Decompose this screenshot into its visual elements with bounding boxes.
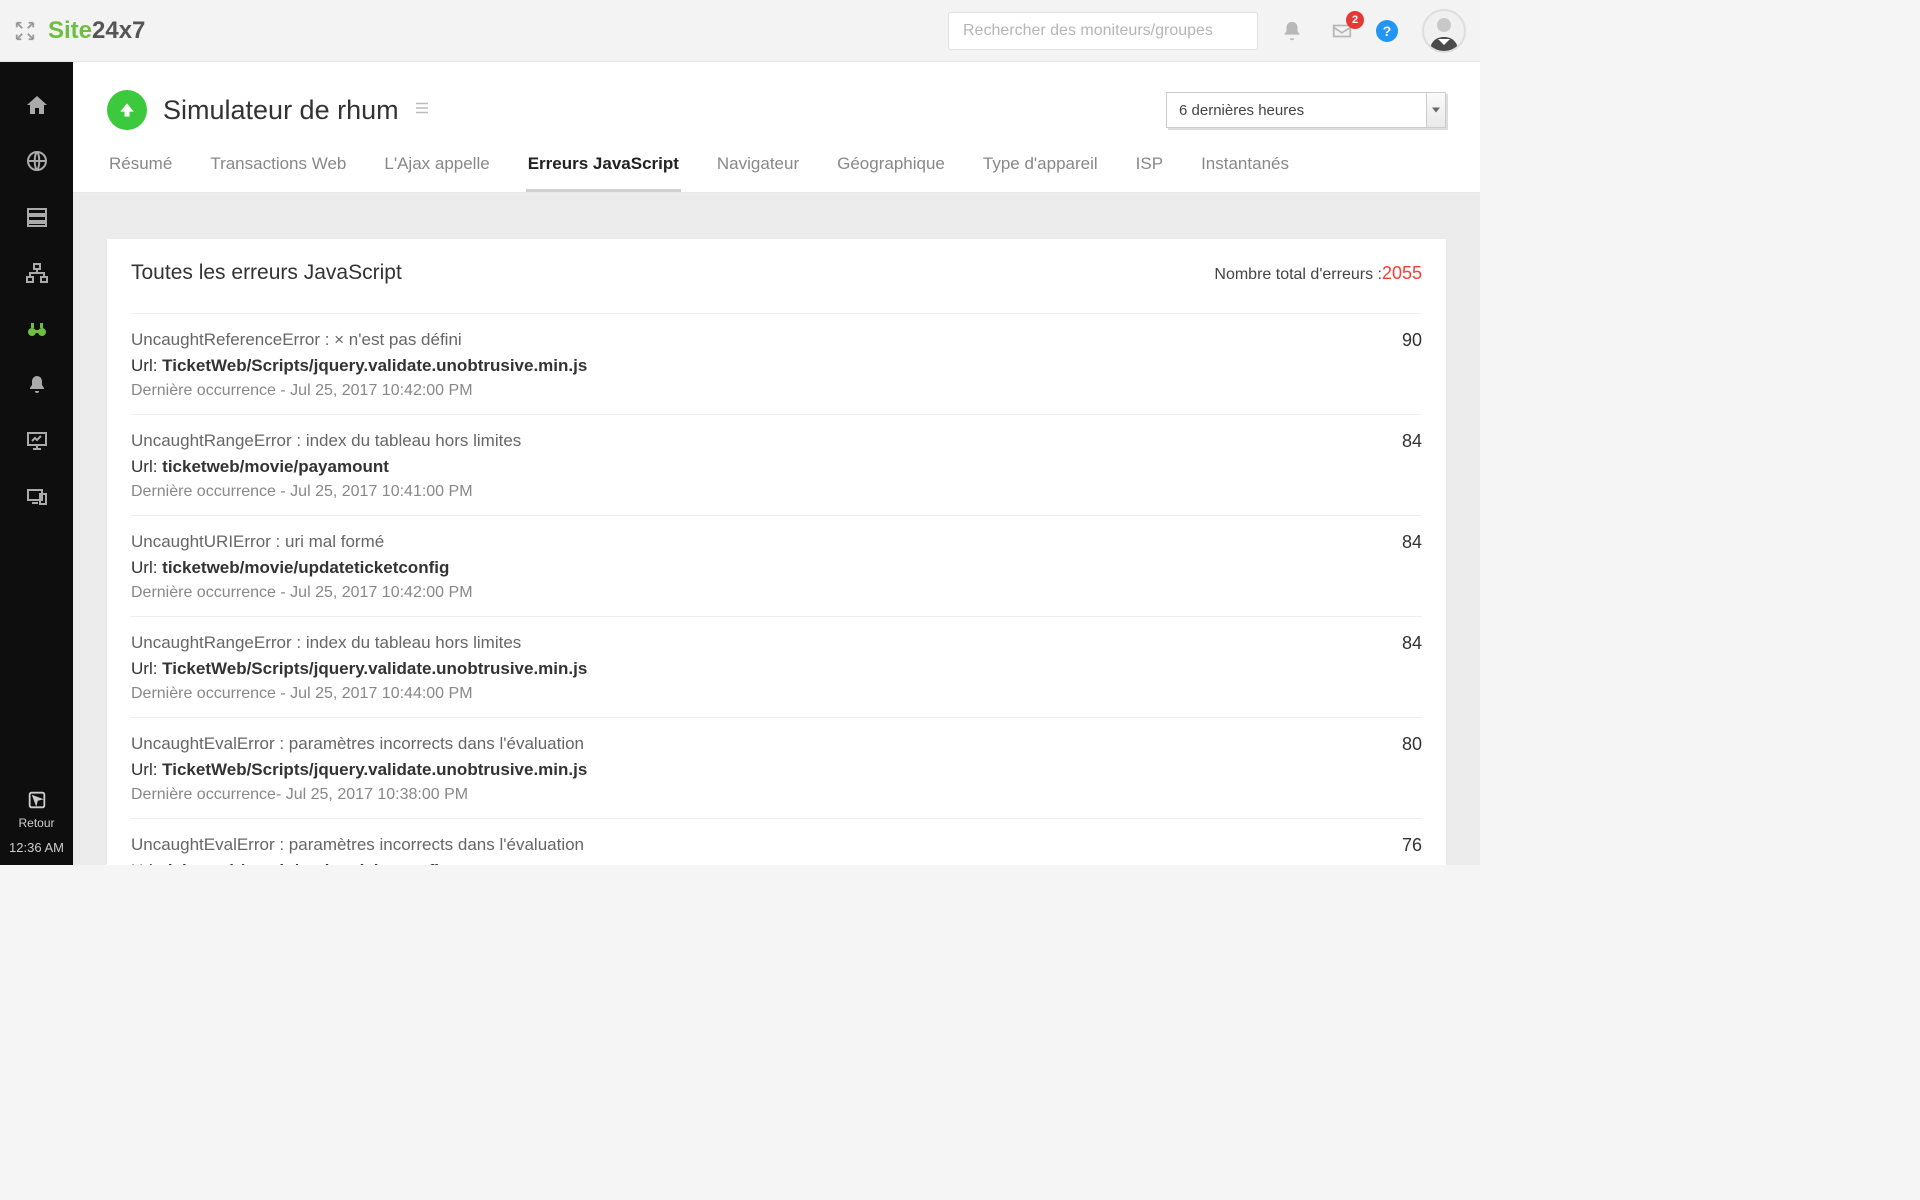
error-url: ticketweb/movie/updateticketconfig xyxy=(162,861,449,865)
sidebar: Retour 12:36 AM xyxy=(0,62,73,865)
error-row[interactable]: UncaughtRangeError : index du tableau ho… xyxy=(131,616,1422,717)
error-name: UncaughtURIError : uri mal formé xyxy=(131,532,1382,552)
error-count: 90 xyxy=(1382,330,1422,400)
page-title: Simulateur de rhum xyxy=(163,95,399,126)
error-count: 80 xyxy=(1382,734,1422,804)
error-name: UncaughtEvalError : paramètres incorrect… xyxy=(131,835,1382,855)
inbox-badge: 2 xyxy=(1346,11,1364,29)
tabs: Résumé Transactions Web L'Ajax appelle Erre… xyxy=(107,148,1446,192)
time-range-select[interactable]: 6 dernières heures xyxy=(1166,92,1446,128)
error-name: UncaughtReferenceError : × n'est pas déf… xyxy=(131,330,1382,350)
error-name: UncaughtRangeError : index du tableau ho… xyxy=(131,633,1382,653)
error-time: Dernière occurrence - Jul 25, 2017 10:44… xyxy=(131,685,1382,703)
error-row[interactable]: UncaughtURIError : uri mal formé Url: tic… xyxy=(131,515,1422,616)
logo-part-b: 24x7 xyxy=(92,17,145,45)
sidebar-return-label: Retour xyxy=(18,816,54,830)
error-row[interactable]: UncaughtReferenceError : × n'est pas déf… xyxy=(131,313,1422,414)
tab-erreurs-javascript[interactable]: Erreurs JavaScript xyxy=(526,148,681,192)
page-menu-icon[interactable] xyxy=(413,99,431,122)
sidebar-server-icon[interactable] xyxy=(16,196,58,238)
expand-icon[interactable] xyxy=(14,20,36,42)
error-time: Dernière occurrence- Jul 25, 2017 10:38:… xyxy=(131,786,1382,804)
status-up-icon xyxy=(107,90,147,130)
sidebar-return[interactable]: Retour xyxy=(18,789,54,830)
search-input[interactable] xyxy=(948,12,1258,50)
top-header: Site24x7 2 ? xyxy=(0,0,1480,62)
main: Simulateur de rhum 6 dernières heures Ré… xyxy=(73,62,1480,865)
sidebar-alert-icon[interactable] xyxy=(16,364,58,406)
tab-instantan-s[interactable]: Instantanés xyxy=(1199,148,1291,192)
tab-navigateur[interactable]: Navigateur xyxy=(715,148,801,192)
tab-type-d-appareil[interactable]: Type d'appareil xyxy=(981,148,1100,192)
tab-r-sum-[interactable]: Résumé xyxy=(107,148,174,192)
error-row[interactable]: UncaughtEvalError : paramètres incorrect… xyxy=(131,818,1422,865)
error-time: Dernière occurrence - Jul 25, 2017 10:42… xyxy=(131,584,1382,602)
error-url-label: Url: xyxy=(131,861,162,865)
time-range-value: 6 dernières heures xyxy=(1179,102,1304,119)
error-total-value: 2055 xyxy=(1382,263,1422,284)
tab-transactions-web[interactable]: Transactions Web xyxy=(208,148,348,192)
sidebar-globe-icon[interactable] xyxy=(16,140,58,182)
error-time: Dernière occurrence - Jul 25, 2017 10:42… xyxy=(131,382,1382,400)
error-count: 84 xyxy=(1382,431,1422,501)
tab-isp[interactable]: ISP xyxy=(1134,148,1165,192)
error-name: UncaughtRangeError : index du tableau ho… xyxy=(131,431,1382,451)
error-url: TicketWeb/Scripts/jquery.validate.unobtr… xyxy=(162,760,587,779)
panel-title: Toutes les erreurs JavaScript xyxy=(131,261,402,285)
error-url-label: Url: xyxy=(131,558,162,577)
sidebar-presentation-icon[interactable] xyxy=(16,420,58,462)
error-count: 76 xyxy=(1382,835,1422,865)
error-total-label: Nombre total d'erreurs : xyxy=(1214,266,1382,284)
error-url: ticketweb/movie/updateticketconfig xyxy=(162,558,449,577)
logo-part-a: Site xyxy=(48,17,92,45)
chevron-down-icon xyxy=(1432,108,1440,113)
logo[interactable]: Site24x7 xyxy=(48,17,145,45)
error-count: 84 xyxy=(1382,532,1422,602)
error-row[interactable]: UncaughtRangeError : index du tableau ho… xyxy=(131,414,1422,515)
bell-icon[interactable] xyxy=(1276,15,1308,47)
avatar[interactable] xyxy=(1422,9,1466,53)
error-url: ticketweb/movie/payamount xyxy=(162,457,389,476)
tab-g-ographique[interactable]: Géographique xyxy=(835,148,947,192)
help-icon[interactable]: ? xyxy=(1376,20,1398,42)
tab-l-ajax-appelle[interactable]: L'Ajax appelle xyxy=(382,148,491,192)
error-row[interactable]: UncaughtEvalError : paramètres incorrect… xyxy=(131,717,1422,818)
error-url-label: Url: xyxy=(131,356,162,375)
errors-panel: Toutes les erreurs JavaScript Nombre tot… xyxy=(107,239,1446,865)
sidebar-binoculars-icon[interactable] xyxy=(16,308,58,350)
error-count: 84 xyxy=(1382,633,1422,703)
error-url-label: Url: xyxy=(131,760,162,779)
sidebar-devices-icon[interactable] xyxy=(16,476,58,518)
error-time: Dernière occurrence - Jul 25, 2017 10:41… xyxy=(131,483,1382,501)
error-url: TicketWeb/Scripts/jquery.validate.unobtr… xyxy=(162,659,587,678)
inbox-icon[interactable]: 2 xyxy=(1326,15,1358,47)
error-url: TicketWeb/Scripts/jquery.validate.unobtr… xyxy=(162,356,587,375)
sidebar-home-icon[interactable] xyxy=(16,84,58,126)
error-url-label: Url: xyxy=(131,457,162,476)
error-url-label: Url: xyxy=(131,659,162,678)
error-name: UncaughtEvalError : paramètres incorrect… xyxy=(131,734,1382,754)
sidebar-time: 12:36 AM xyxy=(9,840,64,855)
sidebar-network-icon[interactable] xyxy=(16,252,58,294)
page-header: Simulateur de rhum 6 dernières heures Ré… xyxy=(73,62,1480,193)
